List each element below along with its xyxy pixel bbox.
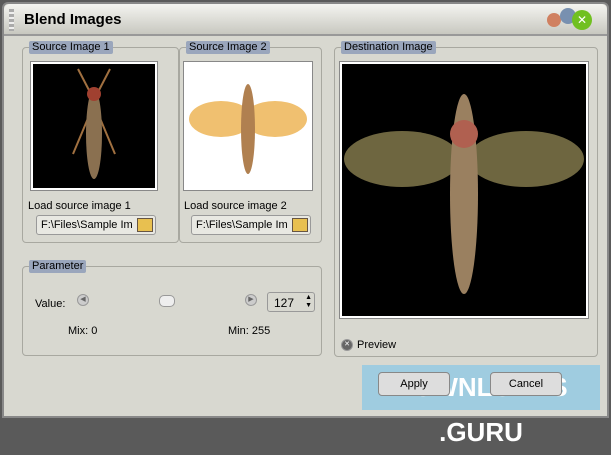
source-image-2 bbox=[183, 61, 313, 191]
value-spinner-text: 127 bbox=[274, 296, 295, 310]
destination-image bbox=[339, 61, 589, 319]
destination-image-legend: Destination Image bbox=[341, 41, 436, 54]
apply-button[interactable]: Apply bbox=[378, 372, 450, 396]
parameter-legend: Parameter bbox=[29, 260, 87, 273]
max-label: Min: 255 bbox=[228, 325, 271, 337]
source-2-path-field[interactable]: F:\Files\Sample Im bbox=[191, 215, 311, 235]
slider-left-arrow[interactable]: ◀ bbox=[77, 294, 89, 306]
value-slider-thumb[interactable] bbox=[159, 295, 175, 307]
title-bar[interactable]: Blend Images ✕ bbox=[4, 4, 607, 36]
source-image-1 bbox=[30, 61, 158, 191]
source-1-path: F:\Files\Sample Im bbox=[41, 219, 133, 231]
min-label: Mix: 0 bbox=[68, 325, 98, 337]
load-source-2-label: Load source image 2 bbox=[184, 200, 287, 212]
source-image-2-legend: Source Image 2 bbox=[186, 41, 270, 54]
preview-toggle[interactable]: ✕ bbox=[341, 339, 353, 351]
source-image-2-group: Source Image 2 Load source image 2 F:\Fi… bbox=[179, 41, 322, 243]
window-title: Blend Images bbox=[24, 11, 122, 28]
open-folder-icon[interactable] bbox=[292, 218, 308, 232]
grip-icon bbox=[9, 9, 14, 31]
destination-image-group: Destination Image ✕ Preview bbox=[334, 41, 598, 357]
source-image-1-legend: Source Image 1 bbox=[29, 41, 113, 54]
minimize-button[interactable] bbox=[547, 13, 561, 27]
parameter-group: Parameter Value: ◀ ▶ 127 ▲ ▼ Mix: 0 Min: 2… bbox=[22, 260, 322, 356]
preview-label: Preview bbox=[357, 339, 397, 351]
source-1-path-field[interactable]: F:\Files\Sample Im bbox=[36, 215, 156, 235]
value-label: Value: bbox=[35, 298, 66, 310]
value-spinner[interactable]: 127 ▲ ▼ bbox=[267, 292, 315, 312]
spinner-arrows-icon[interactable]: ▲ ▼ bbox=[305, 294, 312, 310]
blend-images-window: Blend Images ✕ Source Image 1 Load sourc… bbox=[2, 2, 609, 418]
load-source-1-label: Load source image 1 bbox=[28, 200, 131, 212]
close-button[interactable]: ✕ bbox=[572, 10, 592, 30]
open-folder-icon[interactable] bbox=[137, 218, 153, 232]
cancel-button[interactable]: Cancel bbox=[490, 372, 562, 396]
source-image-1-group: Source Image 1 Load source image 1 F:\Fi… bbox=[22, 41, 179, 243]
slider-right-arrow[interactable]: ▶ bbox=[245, 294, 257, 306]
source-2-path: F:\Files\Sample Im bbox=[196, 219, 288, 231]
